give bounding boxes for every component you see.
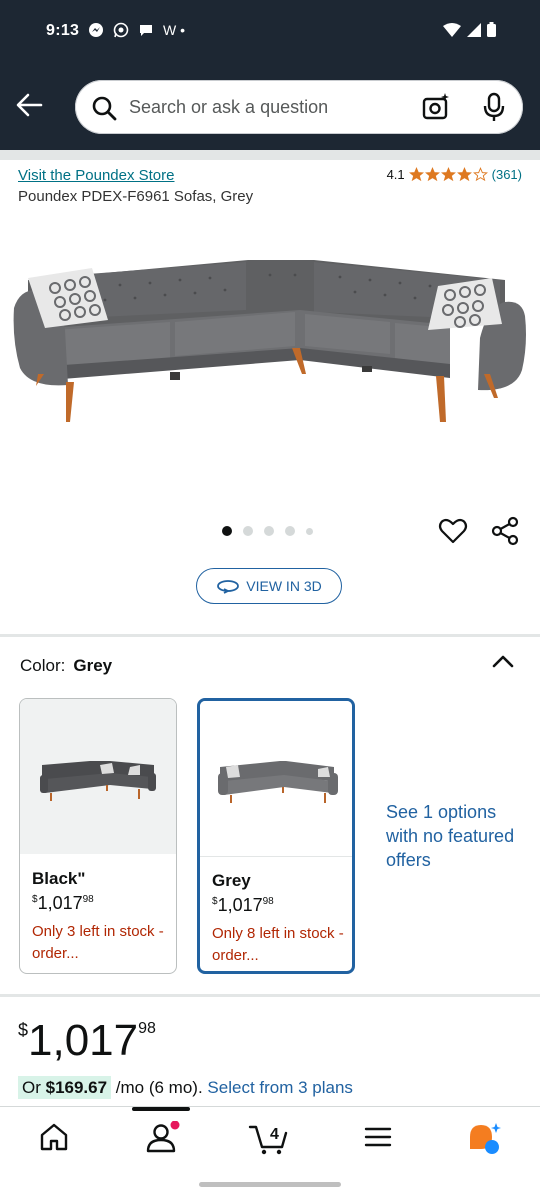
battery-icon xyxy=(487,22,496,37)
header-divider xyxy=(0,150,540,160)
menu-icon xyxy=(364,1127,392,1147)
swatch-price: $1,01798 xyxy=(212,895,274,915)
carousel-dot[interactable] xyxy=(306,527,313,535)
store-link[interactable]: Visit the Poundex Store xyxy=(18,167,175,184)
nav-home[interactable] xyxy=(38,1121,70,1158)
cart-icon: 4 xyxy=(248,1125,288,1155)
share-icon xyxy=(491,516,519,546)
section-divider xyxy=(0,634,540,637)
installment-offer: Or $169.67 /mo (6 mo). Select from 3 pla… xyxy=(18,1076,353,1099)
star-icon xyxy=(408,167,424,182)
status-bar: 9:13 W • xyxy=(0,0,540,66)
color-swatch-black[interactable]: Black" $1,01798 Only 3 left in stock - o… xyxy=(19,698,177,974)
color-selector-label: Color: Grey xyxy=(20,656,112,676)
swatch-image xyxy=(20,699,176,854)
see-options-link[interactable]: See 1 options with no featured offers xyxy=(386,800,526,872)
price-whole: 1,017 xyxy=(28,1016,139,1065)
carousel-dot[interactable] xyxy=(264,526,274,536)
installment-suffix: /mo (6 mo). xyxy=(111,1078,208,1097)
swatch-image xyxy=(200,701,352,857)
swatch-stock: Only 8 left in stock - order... xyxy=(212,925,344,964)
camera-search-icon[interactable] xyxy=(421,92,451,122)
product-title: Poundex PDEX-F6961 Sofas, Grey xyxy=(18,188,254,205)
star-icon xyxy=(440,167,456,182)
nav-account[interactable] xyxy=(144,1120,184,1160)
search-placeholder: Search or ask a question xyxy=(129,97,329,117)
status-time: 9:13 xyxy=(46,22,80,39)
system-home-indicator[interactable] xyxy=(199,1182,341,1187)
rating-value: 4.1 xyxy=(386,167,405,182)
carousel-dot[interactable] xyxy=(222,526,232,536)
back-button[interactable] xyxy=(14,90,44,120)
swatch-stock: Only 3 left in stock - order... xyxy=(32,923,164,962)
back-arrow-icon xyxy=(16,93,43,117)
chat-icon xyxy=(140,25,152,36)
view-in-3d-button[interactable]: VIEW IN 3D xyxy=(196,568,342,604)
notification-icons: W • xyxy=(88,22,185,38)
system-icons xyxy=(443,22,496,37)
wishlist-button[interactable] xyxy=(438,516,468,551)
price-cents: 98 xyxy=(138,1020,156,1037)
rotate-3d-icon xyxy=(217,580,240,594)
rating-stars xyxy=(408,167,488,182)
active-tab-indicator xyxy=(132,1107,190,1111)
rufus-assistant-icon xyxy=(470,1123,501,1154)
installment-pill: Or $169.67 xyxy=(18,1076,112,1099)
price-currency: $ xyxy=(18,1020,29,1040)
star-icon xyxy=(456,167,472,182)
selected-color: Grey xyxy=(73,656,113,675)
select-plans-link[interactable]: Select from 3 plans xyxy=(207,1078,353,1097)
chevron-up-icon[interactable] xyxy=(492,654,514,668)
search-icon xyxy=(92,96,117,121)
cart-count: 4 xyxy=(270,1126,279,1143)
star-icon xyxy=(472,167,488,182)
view-in-3d-label: VIEW IN 3D xyxy=(246,578,322,594)
swatch-name: Grey xyxy=(212,871,251,890)
status-extra: W • xyxy=(163,22,186,38)
messenger-icon xyxy=(89,23,103,37)
whatsapp-icon xyxy=(113,22,129,38)
wifi-icon xyxy=(443,22,461,37)
swatch-price: $1,01798 xyxy=(32,893,94,913)
product-price: $1,01798 xyxy=(18,1016,156,1066)
product-image[interactable] xyxy=(10,250,530,440)
heart-icon xyxy=(438,518,468,544)
rating-count: (361) xyxy=(491,167,522,182)
color-swatch-grey[interactable]: Grey $1,01798 Only 8 left in stock - ord… xyxy=(197,698,355,974)
installment-amount: $169.67 xyxy=(45,1078,108,1097)
share-button[interactable] xyxy=(490,516,520,551)
swatch-name: Black" xyxy=(32,869,86,888)
color-label: Color: xyxy=(20,656,66,675)
search-input[interactable]: Search or ask a question xyxy=(75,80,523,134)
section-divider xyxy=(0,994,540,997)
nav-menu[interactable] xyxy=(364,1121,392,1158)
microphone-icon[interactable] xyxy=(481,92,507,122)
home-icon xyxy=(40,1123,68,1151)
signal-icon xyxy=(467,22,481,37)
nav-rufus[interactable] xyxy=(466,1121,504,1160)
image-carousel-dots[interactable] xyxy=(222,526,313,536)
app-header: Search or ask a question xyxy=(0,66,540,150)
carousel-dot[interactable] xyxy=(285,526,295,536)
carousel-dot[interactable] xyxy=(243,526,253,536)
star-icon xyxy=(424,167,440,182)
person-icon xyxy=(146,1120,180,1153)
nav-cart[interactable]: 4 xyxy=(248,1121,290,1160)
product-rating[interactable]: 4.1 (361) xyxy=(387,167,522,182)
